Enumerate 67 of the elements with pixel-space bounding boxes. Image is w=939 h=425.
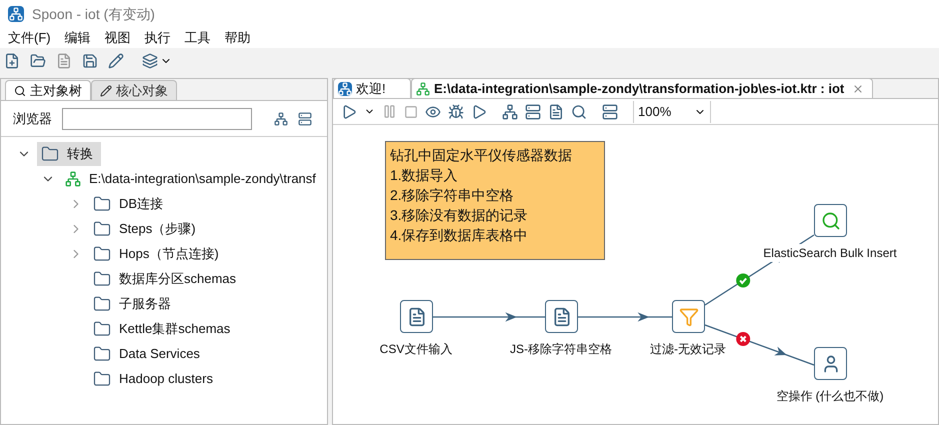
editor-tab[interactable]: 欢迎! xyxy=(333,78,411,98)
close-icon[interactable] xyxy=(852,82,864,94)
app-logo-icon xyxy=(8,6,24,22)
save-icon[interactable] xyxy=(82,53,98,69)
search-icon xyxy=(820,210,840,230)
folder-icon xyxy=(93,244,111,262)
tree-item[interactable]: Kettle集群schemas xyxy=(89,316,238,340)
tree-item[interactable]: 转换 xyxy=(37,142,101,166)
step-node[interactable] xyxy=(814,204,847,237)
search-field[interactable] xyxy=(62,108,252,130)
layers-icon[interactable] xyxy=(142,53,158,69)
note-line: 钻孔中固定水平仪传感器数据 xyxy=(390,146,573,165)
step-node[interactable] xyxy=(672,300,705,333)
step-node[interactable] xyxy=(814,347,847,380)
search-icon xyxy=(14,84,26,96)
zoom-select[interactable]: 100% xyxy=(633,100,711,122)
step-node[interactable] xyxy=(400,300,433,333)
folder-icon xyxy=(93,294,111,312)
tree-item[interactable]: Hadoop clusters xyxy=(89,366,221,390)
step-label: 过滤-无效记录 xyxy=(649,340,727,358)
tree-item[interactable]: 数据库分区schemas xyxy=(89,266,244,290)
open-folder-icon[interactable] xyxy=(30,53,46,69)
note-line: 1.数据导入 xyxy=(390,166,459,185)
panel-tab[interactable]: 主对象树 xyxy=(5,80,91,100)
tree-item[interactable]: DB连接 xyxy=(89,192,172,216)
sticky-note[interactable]: 钻孔中固定水平仪传感器数据 1.数据导入 2.移除字符串中空格 3.移除没有数据的记录 4.保存到数据库表格中 xyxy=(385,141,605,260)
menu-item[interactable]: 执行 xyxy=(144,28,171,48)
step-node[interactable] xyxy=(545,300,578,333)
browser-label: 浏览器 xyxy=(13,110,52,128)
tree-item[interactable]: 子服务器 xyxy=(89,292,179,316)
panel-tab[interactable]: 核心对象 xyxy=(91,80,177,100)
folder-icon xyxy=(93,220,111,238)
menu-item[interactable]: 视图 xyxy=(104,28,131,48)
preview-icon[interactable] xyxy=(425,104,441,120)
menu-item[interactable]: 帮助 xyxy=(224,28,251,48)
folder-icon xyxy=(93,320,111,338)
step-label: ElasticSearch Bulk Insert xyxy=(762,244,898,262)
step-label: CSV文件输入 xyxy=(378,340,454,358)
note-line: 2.移除字符串中空格 xyxy=(390,186,515,205)
pencil-icon xyxy=(100,84,112,96)
note-line: 4.保存到数据库表格中 xyxy=(390,226,529,245)
editor-tab[interactable]: E:\data-integration\sample-zondy\transformation-job\es-iot.ktr : iot xyxy=(411,78,874,98)
debug-icon[interactable] xyxy=(448,104,464,120)
document-icon xyxy=(406,306,426,326)
folder-icon xyxy=(41,144,59,162)
menu-item[interactable]: 工具 xyxy=(184,28,211,48)
tree-item[interactable]: Data Services xyxy=(89,342,208,366)
run-icon[interactable] xyxy=(341,104,357,120)
menu-item[interactable]: 文件(F) xyxy=(8,28,51,48)
window-title: Spoon - iot (有变动) xyxy=(32,4,155,24)
folder-icon xyxy=(93,270,111,288)
transformation-icon xyxy=(65,170,81,186)
new-file-icon[interactable] xyxy=(4,53,20,69)
step-label: 空操作 (什么也不做) xyxy=(775,387,885,405)
folder-icon xyxy=(93,344,111,362)
tree-item[interactable]: Hops（节点连接) xyxy=(89,242,227,266)
tree-item[interactable]: E:\data-integration\sample-zondy\transf xyxy=(61,166,324,190)
step-label: JS-移除字符串空格 xyxy=(509,340,613,358)
folder-icon xyxy=(93,370,111,388)
folder-icon xyxy=(93,194,111,212)
tree-item[interactable]: Steps（步骤) xyxy=(89,216,204,240)
tree-view-icon[interactable] xyxy=(274,112,288,126)
transformation-icon xyxy=(416,82,430,96)
funnel-icon xyxy=(678,306,698,326)
app-logo-icon xyxy=(338,82,352,96)
note-line: 3.移除没有数据的记录 xyxy=(390,206,529,225)
menu-item[interactable]: 编辑 xyxy=(64,28,91,48)
